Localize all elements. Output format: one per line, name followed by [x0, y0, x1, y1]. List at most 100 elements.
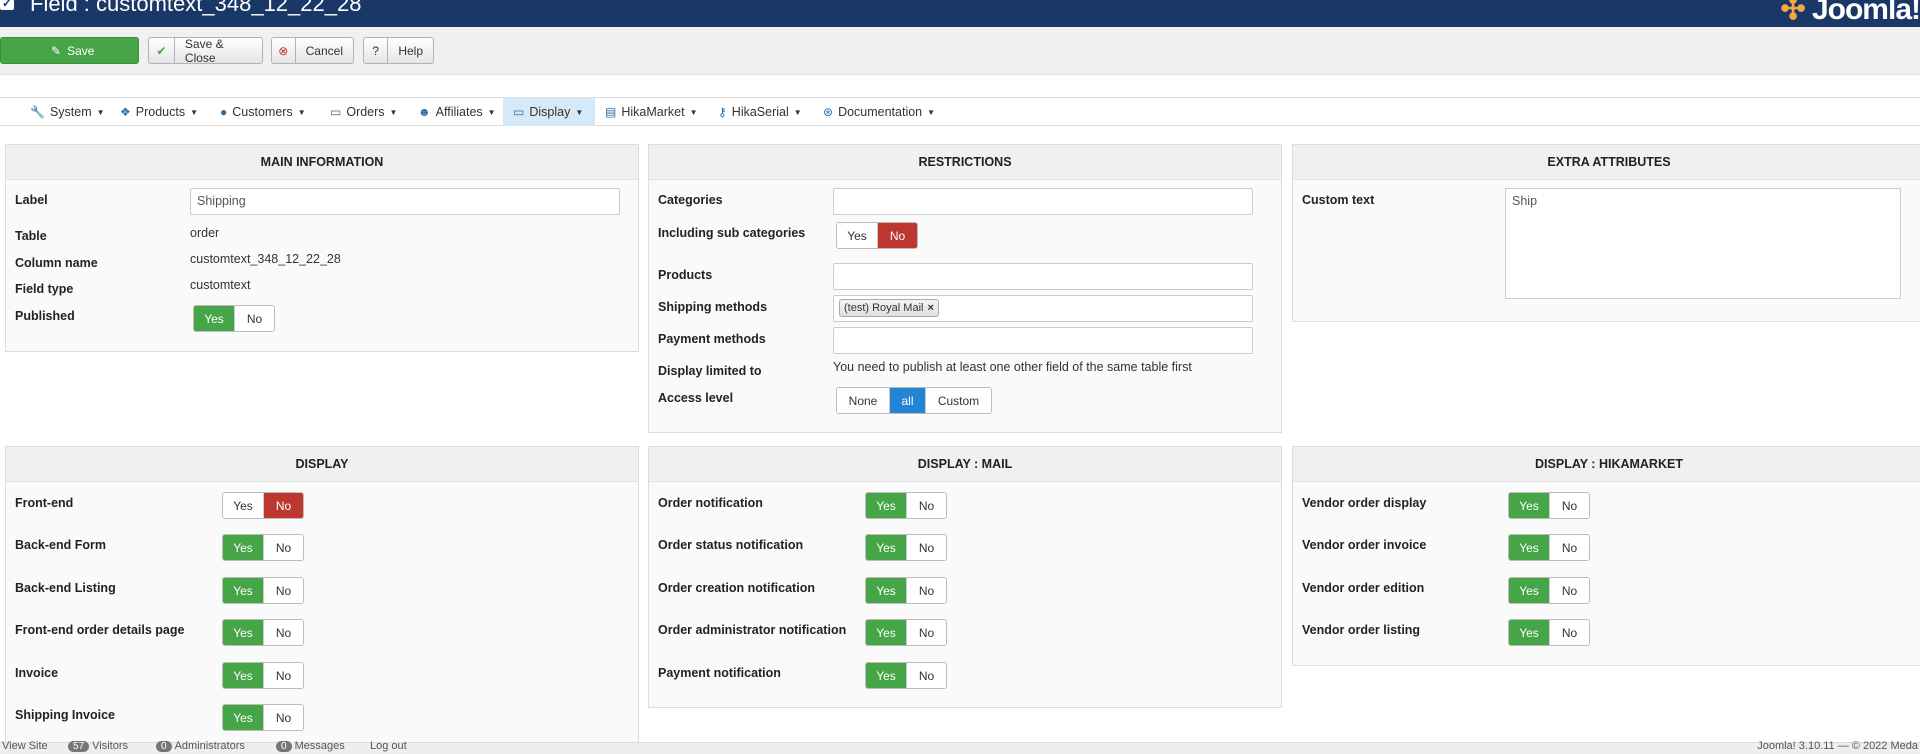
- yes-button[interactable]: Yes: [866, 620, 906, 645]
- visitors-count: 57: [68, 741, 90, 752]
- no-button[interactable]: No: [263, 705, 303, 730]
- no-button[interactable]: No: [906, 578, 946, 603]
- save-close-button[interactable]: ✔ Save & Close: [148, 37, 263, 65]
- no-button[interactable]: No: [906, 620, 946, 645]
- backend-listing-label: Back-end Listing: [15, 581, 116, 595]
- field-type-label: Field type: [15, 282, 74, 296]
- panel-heading: MAIN INFORMATION: [6, 145, 638, 180]
- menu-affiliates[interactable]: ☻ Affiliates ▼: [408, 98, 506, 126]
- menu-customers[interactable]: ● Customers ▼: [210, 98, 316, 126]
- extra-attributes-panel: EXTRA ATTRIBUTES Custom text Ship: [1292, 144, 1920, 322]
- no-button[interactable]: No: [234, 306, 274, 331]
- menu-products[interactable]: ❖ Products ▼: [110, 98, 208, 126]
- access-level-label: Access level: [658, 391, 734, 405]
- custom-text-label: Custom text: [1302, 193, 1375, 207]
- no-button[interactable]: No: [877, 223, 917, 248]
- yes-button[interactable]: Yes: [223, 705, 263, 730]
- joomla-logo-icon: ✣: [1780, 0, 1805, 26]
- visitors-status: 57 Visitors: [68, 740, 128, 752]
- field-type-value: customtext: [190, 278, 251, 292]
- payment-methods-input[interactable]: [833, 327, 1253, 354]
- backend-form-toggle: Yes No: [222, 534, 304, 561]
- menu-orders[interactable]: ▭ Orders ▼: [320, 98, 407, 126]
- yes-button[interactable]: Yes: [223, 663, 263, 688]
- no-button[interactable]: No: [263, 663, 303, 688]
- access-custom-button[interactable]: Custom: [925, 388, 991, 413]
- no-button[interactable]: No: [906, 493, 946, 518]
- logout-link[interactable]: Log out: [370, 740, 407, 752]
- cancel-icon: ⊗: [272, 38, 296, 63]
- menu-display[interactable]: ▭ Display ▼: [503, 98, 595, 126]
- menu-system[interactable]: 🔧 System ▼: [20, 98, 115, 126]
- order-creation-notification-label: Order creation notification: [658, 581, 815, 595]
- categories-label: Categories: [658, 193, 723, 207]
- caret-icon: ▼: [96, 107, 105, 117]
- table-value: order: [190, 226, 220, 240]
- no-button[interactable]: No: [906, 663, 946, 688]
- sub-categories-toggle: Yes No: [836, 222, 918, 249]
- admins-status: 0 Administrators: [156, 740, 245, 752]
- version-info: Joomla! 3.10.11 — © 2022 Meda: [1757, 740, 1918, 752]
- order-notification-label: Order notification: [658, 496, 763, 510]
- shipping-invoice-toggle: Yes No: [222, 704, 304, 731]
- main-information-panel: MAIN INFORMATION Label Shipping Table or…: [5, 144, 639, 352]
- yes-button[interactable]: Yes: [866, 578, 906, 603]
- label-input[interactable]: Shipping: [190, 188, 620, 215]
- products-label: Products: [658, 268, 713, 282]
- no-button[interactable]: No: [263, 620, 303, 645]
- card-icon: ▭: [330, 105, 342, 119]
- yes-button[interactable]: Yes: [223, 535, 263, 560]
- vendor-order-listing-label: Vendor order listing: [1302, 623, 1421, 637]
- categories-input[interactable]: [833, 188, 1253, 215]
- no-button[interactable]: No: [1549, 493, 1589, 518]
- payment-methods-label: Payment methods: [658, 332, 766, 346]
- no-button[interactable]: No: [263, 578, 303, 603]
- invoice-label: Invoice: [15, 666, 59, 680]
- yes-button[interactable]: Yes: [223, 620, 263, 645]
- menu-hikaserial[interactable]: ⚷ HikaSerial ▼: [708, 98, 812, 126]
- access-all-button[interactable]: all: [889, 388, 925, 413]
- display-panel: DISPLAY Front-end Yes No Back-end Form Ye…: [5, 446, 639, 746]
- yes-button[interactable]: Yes: [1509, 578, 1549, 603]
- save-button[interactable]: ✎ Save: [0, 37, 139, 64]
- yes-button[interactable]: Yes: [837, 223, 877, 248]
- custom-text-textarea[interactable]: Ship: [1505, 188, 1901, 299]
- yes-button[interactable]: Yes: [866, 663, 906, 688]
- payment-notification-toggle: Yes No: [865, 662, 947, 689]
- no-button[interactable]: No: [906, 535, 946, 560]
- backend-form-label: Back-end Form: [15, 538, 106, 552]
- caret-icon: ▼: [793, 107, 802, 117]
- yes-button[interactable]: Yes: [1509, 535, 1549, 560]
- user-icon: ●: [220, 105, 228, 119]
- menu-documentation[interactable]: ⊛ Documentation ▼: [813, 98, 945, 126]
- help-button[interactable]: ? Help: [363, 37, 434, 64]
- cubes-icon: ❖: [120, 105, 131, 119]
- view-site-link[interactable]: View Site: [2, 740, 48, 752]
- remove-tag-icon[interactable]: ×: [927, 302, 933, 314]
- frontend-order-details-label: Front-end order details page: [15, 623, 185, 637]
- yes-button[interactable]: Yes: [866, 535, 906, 560]
- yes-button[interactable]: Yes: [1509, 493, 1549, 518]
- access-none-button[interactable]: None: [837, 388, 889, 413]
- no-button[interactable]: No: [1549, 620, 1589, 645]
- no-button[interactable]: No: [263, 493, 303, 518]
- menu-hikamarket[interactable]: ▤ HikaMarket ▼: [595, 98, 707, 126]
- yes-button[interactable]: Yes: [866, 493, 906, 518]
- page-title: Field : customtext_348_12_22_28: [30, 0, 362, 16]
- store-icon: ▤: [605, 105, 617, 119]
- order-status-notification-toggle: Yes No: [865, 534, 947, 561]
- caret-icon: ▼: [297, 107, 306, 117]
- order-notification-toggle: Yes No: [865, 492, 947, 519]
- yes-button[interactable]: Yes: [223, 578, 263, 603]
- no-button[interactable]: No: [1549, 535, 1589, 560]
- yes-button[interactable]: Yes: [1509, 620, 1549, 645]
- cancel-button[interactable]: ⊗ Cancel: [271, 37, 354, 64]
- yes-button[interactable]: Yes: [194, 306, 234, 331]
- shipping-methods-label: Shipping methods: [658, 300, 768, 314]
- no-button[interactable]: No: [1549, 578, 1589, 603]
- restrictions-panel: RESTRICTIONS Categories Including sub ca…: [648, 144, 1282, 433]
- key-icon: ⚷: [718, 105, 727, 119]
- yes-button[interactable]: Yes: [223, 493, 263, 518]
- no-button[interactable]: No: [263, 535, 303, 560]
- products-input[interactable]: [833, 263, 1253, 290]
